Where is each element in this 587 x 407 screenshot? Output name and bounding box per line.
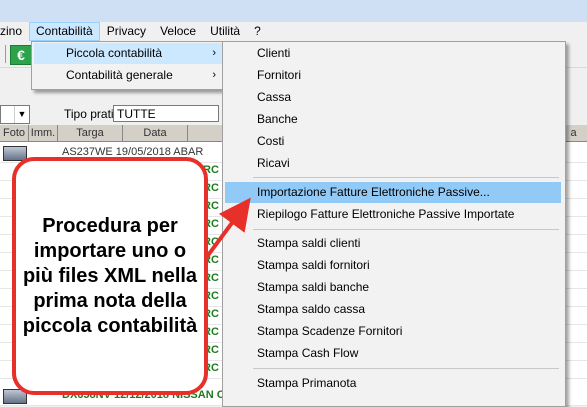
menu-item-stampa-primanota[interactable]: Stampa Primanota: [225, 373, 561, 394]
euro-icon[interactable]: €: [10, 45, 32, 65]
chevron-right-icon: ›: [212, 69, 216, 81]
menu-item-veloce[interactable]: Veloce: [153, 22, 203, 41]
menu-separator: [253, 368, 559, 369]
menu-item-stampa-saldo-cassa[interactable]: Stampa saldo cassa: [225, 299, 561, 320]
menu-item-cassa[interactable]: Cassa: [225, 87, 561, 108]
menu-item-contabilita[interactable]: Contabilità: [29, 22, 100, 41]
menu-separator: [253, 177, 559, 178]
menu-item-stampa-saldi-fornitori[interactable]: Stampa saldi fornitori: [225, 255, 561, 276]
menu-item-label: Piccola contabilità: [66, 46, 163, 60]
chevron-right-icon: ›: [212, 47, 216, 59]
menu-item-riepilogo-fatture[interactable]: Riepilogo Fatture Elettroniche Passive I…: [225, 204, 561, 225]
chevron-down-icon[interactable]: ▼: [14, 106, 29, 123]
menu-item-banche[interactable]: Banche: [225, 109, 561, 130]
contabilita-menu: Piccola contabilità › Contabilità genera…: [31, 41, 225, 90]
menu-item-stampa-scadenze[interactable]: Stampa Scadenze Fornitori: [225, 321, 561, 342]
piccola-contabilita-menu: Clienti Fornitori Cassa Banche Costi Ric…: [222, 41, 566, 407]
menu-item-importazione-fatture[interactable]: Importazione Fatture Elettroniche Passiv…: [225, 182, 561, 203]
column-header-foto[interactable]: Foto: [0, 125, 29, 141]
column-header-data[interactable]: Data: [123, 125, 188, 141]
menu-item-privacy[interactable]: Privacy: [100, 22, 153, 41]
menu-item-contabilita-generale[interactable]: Contabilità generale ›: [34, 65, 222, 86]
menu-bar: zino Contabilità Privacy Veloce Utilità …: [0, 22, 587, 41]
menu-item-clienti[interactable]: Clienti: [225, 43, 561, 64]
menu-item-ricavi[interactable]: Ricavi: [225, 153, 561, 174]
menu-separator: [253, 229, 559, 230]
menu-item-label: Contabilità generale: [66, 68, 173, 82]
column-header-imm[interactable]: Imm.: [29, 125, 58, 141]
callout-text: Procedura per importare uno o più files …: [22, 214, 198, 337]
annotation-callout: Procedura per importare uno o più files …: [12, 157, 208, 395]
window-title-bar: [0, 0, 587, 22]
menu-item-stampa-saldi-banche[interactable]: Stampa saldi banche: [225, 277, 561, 298]
menu-item-zino[interactable]: zino: [0, 22, 29, 41]
menu-item-costi[interactable]: Costi: [225, 131, 561, 152]
view-combo[interactable]: ▼: [0, 105, 30, 124]
menu-item-piccola-contabilita[interactable]: Piccola contabilità ›: [34, 43, 222, 64]
menu-item-stampa-saldi-clienti[interactable]: Stampa saldi clienti: [225, 233, 561, 254]
menu-item-fornitori[interactable]: Fornitori: [225, 65, 561, 86]
column-header-targa[interactable]: Targa: [58, 125, 123, 141]
menu-item-utilita[interactable]: Utilità: [203, 22, 247, 41]
menu-item-stampa-cash-flow[interactable]: Stampa Cash Flow: [225, 343, 561, 364]
toolbar-separator: [5, 45, 6, 63]
menu-item-help[interactable]: ?: [247, 22, 268, 41]
tipo-pratica-select[interactable]: TUTTE: [113, 105, 219, 122]
